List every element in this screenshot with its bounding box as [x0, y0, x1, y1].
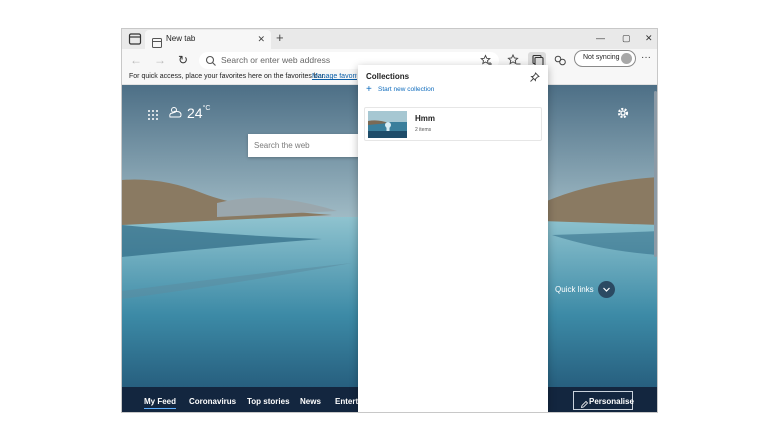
- maximize-icon[interactable]: ▢: [622, 32, 631, 44]
- manage-favorites-link[interactable]: Manage favorites: [312, 73, 357, 80]
- temperature-value: 24: [187, 105, 203, 121]
- address-placeholder: Search or enter web address: [221, 55, 331, 65]
- weather-temperature[interactable]: 24°C: [187, 105, 210, 121]
- gear-icon[interactable]: [616, 106, 630, 120]
- tab-title: New tab: [166, 34, 196, 43]
- feed-tab-my-feed[interactable]: My Feed: [144, 397, 177, 409]
- tab-actions-icon[interactable]: [128, 32, 142, 46]
- refresh-button[interactable]: ↻: [175, 52, 191, 68]
- collection-count: 2 items: [415, 127, 432, 133]
- quick-links-toggle[interactable]: [598, 281, 615, 298]
- web-search-box[interactable]: Search the web: [248, 134, 360, 157]
- back-button[interactable]: ←: [128, 52, 144, 68]
- browser-window: New tab ✕ + — ▢ ✕ ← → ↻ Search or enter …: [121, 28, 658, 413]
- panel-title: Collections: [366, 72, 410, 81]
- new-tab-button[interactable]: +: [276, 30, 284, 46]
- tab-new-tab[interactable]: New tab ✕: [145, 30, 271, 49]
- search-icon: [205, 54, 217, 66]
- web-search-placeholder: Search the web: [254, 141, 310, 150]
- plus-icon: +: [366, 84, 372, 95]
- avatar: [621, 53, 632, 64]
- close-tab-icon[interactable]: ✕: [257, 33, 265, 45]
- sync-status-label: Not syncing: [583, 54, 620, 61]
- feed-tab-news[interactable]: News: [300, 397, 321, 406]
- start-new-collection-label: Start new collection: [378, 86, 435, 93]
- collection-thumbnail: [368, 111, 407, 138]
- personalise-label: Personalise: [589, 397, 634, 406]
- personalise-button[interactable]: Personalise: [573, 391, 634, 410]
- temperature-unit: °C: [202, 105, 211, 112]
- tab-strip: New tab ✕ + — ▢ ✕: [122, 29, 657, 49]
- page-scrollbar[interactable]: [654, 91, 657, 257]
- feed-tab-top-stories[interactable]: Top stories: [247, 397, 290, 406]
- chevron-down-icon: [603, 287, 610, 292]
- minimize-icon[interactable]: —: [596, 32, 605, 44]
- apps-grid-icon[interactable]: [147, 108, 159, 120]
- quick-links-label: Quick links: [555, 285, 594, 294]
- favorites-bar-hint: For quick access, place your favorites h…: [129, 73, 326, 80]
- forward-button[interactable]: →: [152, 52, 168, 68]
- extensions-icon[interactable]: [553, 53, 568, 68]
- more-options-icon[interactable]: ···: [641, 52, 651, 63]
- feed-tab-coronavirus[interactable]: Coronavirus: [189, 397, 236, 406]
- collections-panel: Collections + Start new collection Hmm 2…: [358, 65, 548, 412]
- weather-cloud-icon: [168, 106, 183, 119]
- pencil-icon: [580, 396, 589, 409]
- window-close-icon[interactable]: ✕: [645, 32, 653, 44]
- pin-icon[interactable]: [529, 70, 540, 82]
- collection-card[interactable]: Hmm 2 items: [364, 107, 542, 141]
- new-tab-page-icon: [152, 35, 162, 48]
- collection-name: Hmm: [415, 114, 436, 123]
- profile-sync-button[interactable]: Not syncing: [574, 50, 636, 67]
